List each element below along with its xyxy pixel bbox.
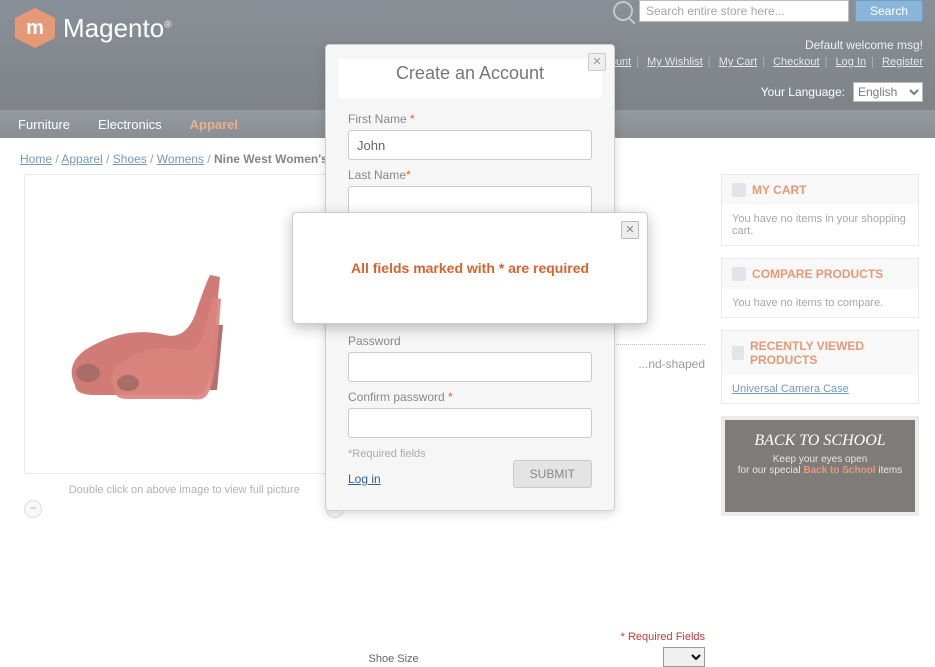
validation-alert: ✕ All fields marked with * are required xyxy=(292,212,648,324)
first-name-input[interactable] xyxy=(348,130,592,160)
confirm-password-label: Confirm password * xyxy=(348,390,592,404)
required-fields-note: * Required Fields xyxy=(369,631,706,643)
password-label: Password xyxy=(348,334,592,348)
size-label: Shoe Size xyxy=(369,653,706,665)
close-icon[interactable]: ✕ xyxy=(621,221,639,239)
last-name-label: Last Name* xyxy=(348,168,592,182)
confirm-password-input[interactable] xyxy=(348,408,592,438)
first-name-label: First Name * xyxy=(348,112,592,126)
close-icon[interactable]: ✕ xyxy=(588,53,606,71)
alert-text: All fields marked with * are required xyxy=(351,260,589,276)
submit-button[interactable]: SUBMIT xyxy=(513,460,592,488)
password-input[interactable] xyxy=(348,352,592,382)
size-select[interactable] xyxy=(663,647,705,667)
modal-title: Create an Account xyxy=(338,59,602,98)
login-link[interactable]: Log in xyxy=(348,472,381,486)
